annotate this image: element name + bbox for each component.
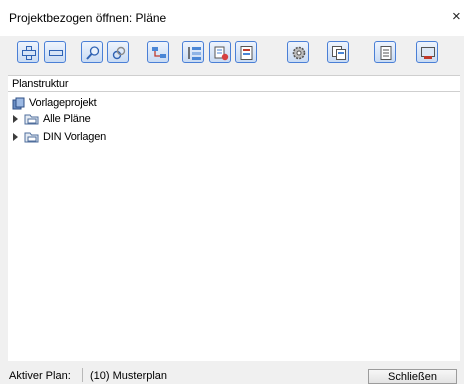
gear-icon xyxy=(292,46,306,60)
tree-column-header-label: Planstruktur xyxy=(12,78,69,90)
expand-all-icon xyxy=(22,46,36,60)
tree-column-header[interactable]: Planstruktur xyxy=(8,75,460,92)
structure-level-icon xyxy=(152,47,166,58)
copy-plan-button[interactable] xyxy=(327,41,349,63)
plot-button[interactable] xyxy=(416,41,438,63)
link-icon xyxy=(112,46,126,60)
project-icon xyxy=(12,97,25,110)
tree-node-din-vorlagen[interactable]: DIN Vorlagen xyxy=(12,130,152,144)
search-icon xyxy=(86,46,100,60)
window-close-button[interactable]: × xyxy=(452,8,464,26)
link-button[interactable] xyxy=(107,41,129,63)
expand-arrow-icon[interactable] xyxy=(13,133,18,141)
window-title: Projektbezogen öffnen: Pläne xyxy=(9,11,167,25)
structure-level-button[interactable] xyxy=(147,41,169,63)
plan-list-button[interactable] xyxy=(235,41,257,63)
document-button[interactable] xyxy=(374,41,396,63)
expand-arrow-icon[interactable] xyxy=(13,115,18,123)
toolbar xyxy=(0,36,464,72)
tree-node-label: DIN Vorlagen xyxy=(43,131,107,143)
active-plan-value: (10) Musterplan xyxy=(90,370,168,382)
tree-node-label: Alle Pläne xyxy=(43,113,91,125)
document-icon xyxy=(380,46,392,60)
status-divider xyxy=(82,368,83,382)
dialog-window: Projektbezogen öffnen: Pläne × Planstruk… xyxy=(0,0,464,384)
collapse-all-icon xyxy=(49,50,63,56)
sort-button[interactable] xyxy=(182,41,204,63)
active-plan-label: Aktiver Plan: xyxy=(9,370,71,382)
collapse-all-button[interactable] xyxy=(44,41,66,63)
copy-plan-icon xyxy=(332,46,346,60)
delete-structure-button[interactable] xyxy=(209,41,231,63)
settings-button[interactable] xyxy=(287,41,309,63)
plan-structure-tree[interactable]: Vorlageprojekt Alle Pläne DIN Vorlagen xyxy=(8,92,460,361)
tree-root-node[interactable]: Vorlageprojekt xyxy=(12,96,152,110)
title-bar: Projektbezogen öffnen: Pläne × xyxy=(0,0,464,36)
tree-node-alle-plaene[interactable]: Alle Pläne xyxy=(12,112,152,126)
plot-icon xyxy=(421,47,435,59)
folder-icon xyxy=(24,114,39,125)
plan-list-icon xyxy=(240,46,253,60)
sort-icon xyxy=(188,47,201,60)
delete-structure-icon xyxy=(214,46,229,61)
tree-root-label: Vorlageprojekt xyxy=(29,97,97,109)
search-button[interactable] xyxy=(81,41,103,63)
folder-icon xyxy=(24,132,39,143)
expand-all-button[interactable] xyxy=(17,41,39,63)
